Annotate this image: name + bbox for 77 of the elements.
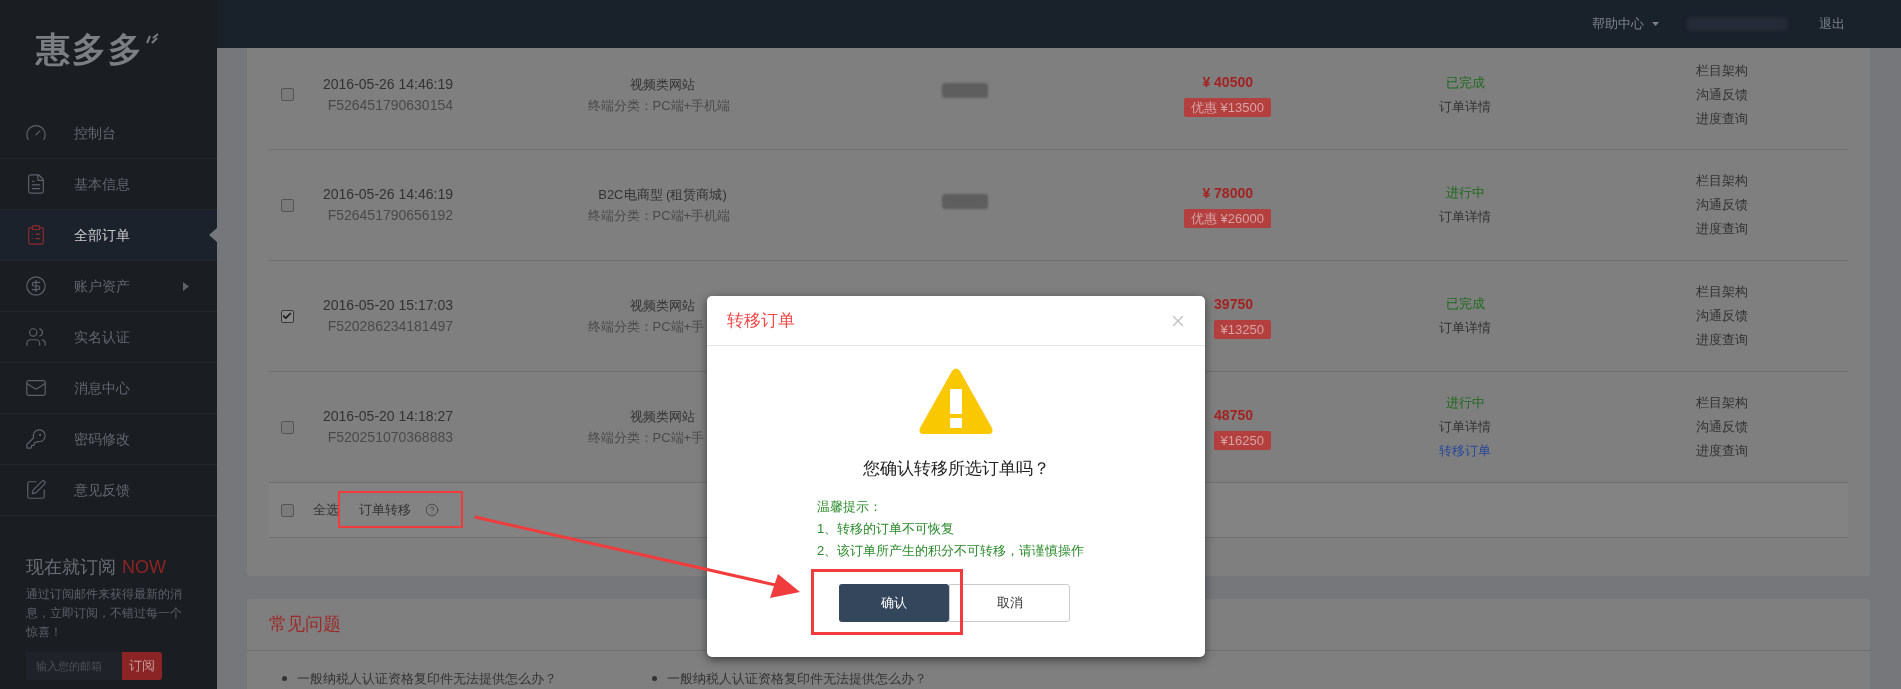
action-link[interactable]: 进度查询 (1696, 106, 1848, 131)
detail-link[interactable]: 订单详情 (1439, 415, 1491, 439)
action-link[interactable]: 沟通反馈 (1696, 304, 1848, 328)
product-name: 视频类网站 (629, 75, 696, 94)
action-link[interactable]: 栏目架构 (1696, 391, 1848, 415)
product-name: B2C电商型 (租赁商城) (597, 186, 728, 204)
cancel-button[interactable]: 取消 (949, 583, 1070, 622)
action-link[interactable]: 进度查询 (1696, 439, 1848, 463)
dialog-question: 您确认转移所选订单吗？ (862, 458, 1050, 480)
subscribe-button[interactable]: 订阅 (122, 652, 162, 680)
confirm-button[interactable]: 确认 (839, 583, 949, 622)
detail-link[interactable]: 订单详情 (1439, 316, 1491, 340)
discount-badge: 优惠 ¥13500 (1184, 98, 1271, 117)
order-date: 2016-05-20 14:18:27 (323, 407, 453, 426)
nav-item[interactable]: 意见反馈 (0, 465, 217, 516)
order-price: 48750 (1214, 405, 1253, 425)
logout-link[interactable]: 退出 (1819, 14, 1845, 34)
order-price: ¥ 78000 (1202, 183, 1253, 203)
nav-item[interactable]: 密码修改 (0, 414, 217, 465)
action-link[interactable]: 进度查询 (1696, 328, 1848, 352)
envelope-icon (25, 377, 47, 399)
transfer-link[interactable]: 转移订单 (1439, 439, 1491, 463)
detail-link[interactable]: 订单详情 (1439, 94, 1491, 119)
subscribe-title: 现在就订阅 (26, 556, 116, 579)
clipboard-icon (25, 224, 47, 246)
checkbox[interactable] (280, 88, 294, 101)
action-link[interactable]: 栏目架构 (1696, 280, 1848, 304)
sparkle-icon (145, 30, 159, 44)
discount-badge: ¥13250 (1213, 319, 1271, 339)
order-date: 2016-05-26 14:46:19 (323, 74, 453, 94)
discount-badge: 优惠 ¥26000 (1184, 208, 1271, 228)
tip-text: 2、该订单所产生的积分不可转移，请谨慎操作 (817, 541, 1086, 560)
product-name: 视频类网站 (629, 408, 696, 426)
order-price: ¥ 40500 (1202, 73, 1253, 92)
product-name: 视频类网站 (629, 297, 696, 315)
people-icon (25, 326, 47, 348)
tip-text: 1、转移的订单不可恢复 (817, 519, 956, 538)
nav-item[interactable]: 控制台 (0, 108, 217, 159)
dollar-icon (25, 275, 47, 297)
action-link[interactable]: 栏目架构 (1696, 58, 1848, 83)
nav-item[interactable]: 实名认证 (0, 312, 217, 363)
document-icon (25, 173, 47, 195)
warning-icon (919, 368, 993, 434)
action-link[interactable]: 沟通反馈 (1696, 82, 1848, 107)
help-icon[interactable] (425, 503, 439, 517)
order-date: 2016-05-20 15:17:03 (323, 296, 453, 315)
transfer-orders-button[interactable]: 订单转移 (359, 500, 411, 520)
faq-title: 常见问题 (269, 613, 341, 636)
order-status: 进行中 (1445, 394, 1485, 412)
order-price: 39750 (1214, 294, 1253, 314)
active-pointer-icon (209, 228, 217, 242)
logo: 惠多多 (36, 32, 144, 66)
nav-item[interactable]: 消息中心 (0, 363, 217, 414)
order-date: 2016-05-26 14:46:19 (323, 185, 453, 204)
order-status: 进行中 (1445, 184, 1485, 202)
action-link[interactable]: 进度查询 (1696, 217, 1848, 241)
action-link[interactable]: 沟通反馈 (1696, 415, 1848, 439)
nav-item[interactable]: 全部订单 (0, 210, 217, 261)
discount-badge: ¥16250 (1213, 430, 1271, 450)
checkbox[interactable] (280, 420, 294, 434)
help-menu[interactable]: 帮助中心 (1592, 14, 1659, 34)
edit-icon (25, 479, 47, 501)
checkbox[interactable] (280, 309, 294, 323)
key-icon (25, 428, 47, 450)
subscribe-accent: NOW (122, 556, 166, 579)
action-link[interactable]: 沟通反馈 (1696, 193, 1848, 217)
select-all-label[interactable]: 全选 (313, 500, 339, 520)
tips-title: 温馨提示： (817, 497, 883, 516)
checkbox[interactable] (280, 198, 294, 212)
action-link[interactable]: 栏目架构 (1696, 169, 1848, 193)
dialog-title: 转移订单 (727, 309, 795, 332)
checkbox[interactable] (280, 503, 294, 517)
order-status: 已完成 (1445, 295, 1485, 313)
nav-item[interactable]: 账户资产 (0, 261, 217, 312)
detail-link[interactable]: 订单详情 (1439, 205, 1491, 229)
caret-icon (1652, 22, 1659, 26)
order-status: 已完成 (1445, 73, 1485, 92)
